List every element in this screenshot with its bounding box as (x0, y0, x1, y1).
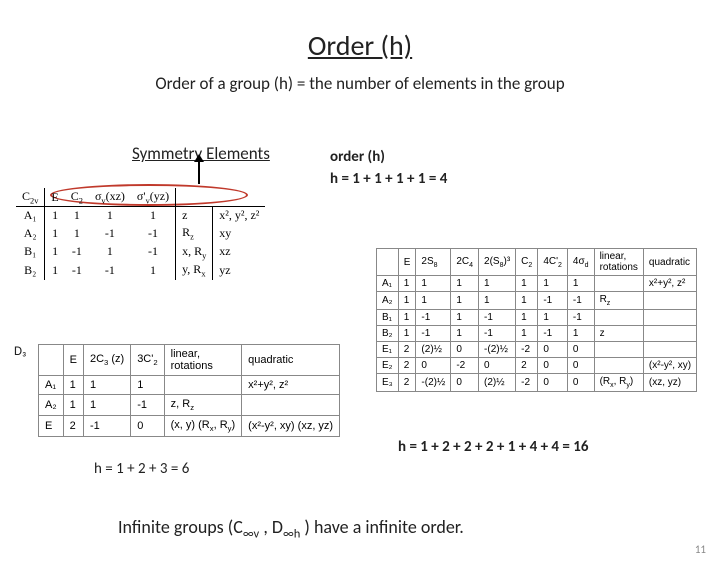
page-number: 11 (695, 543, 706, 556)
order-h-label: order (h) (330, 148, 385, 166)
d3-label: D₃ (14, 344, 26, 359)
c2v-character-table: C2vEC2σv(xz)σ'v(yz)A₁1111zx², y², z²A₂11… (16, 188, 265, 280)
order-equation-c2v: h = 1 + 1 + 1 + 1 = 4 (330, 170, 447, 188)
subtitle: Order of a group (h) = the number of ele… (0, 73, 720, 94)
order-equation-d3: h = 1 + 2 + 3 = 6 (94, 460, 189, 478)
page-title: Order (h) (0, 28, 720, 63)
d4d-character-table: E2S82C42(S8)³C24C'24σdlinear,rotationsqu… (376, 248, 697, 392)
order-equation-d4d: h = 1 + 2 + 2 + 2 + 1 + 4 + 4 = 16 (398, 438, 589, 456)
d3-character-table: E2C3 (z)3C'2linear,rotationsquadraticA₁1… (38, 344, 340, 437)
infinite-groups-text: Infinite groups (C∞v , D∞h ) have a infi… (118, 516, 464, 542)
arrow-up-icon (198, 160, 200, 184)
